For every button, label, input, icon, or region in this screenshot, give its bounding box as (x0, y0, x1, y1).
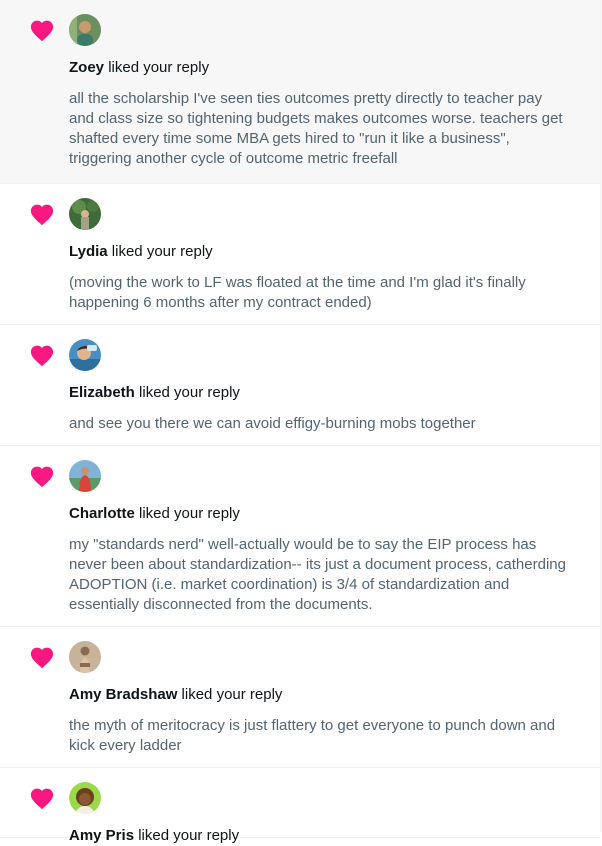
avatar[interactable] (69, 14, 101, 46)
notification-item[interactable]: Zoey liked your reply all the scholarshi… (0, 0, 600, 184)
user-name[interactable]: Charlotte (69, 505, 135, 522)
like-notice: Amy Bradshaw liked your reply (69, 685, 584, 705)
action-text: liked your reply (139, 505, 240, 522)
notification-item[interactable]: Charlotte liked your reply my "standards… (0, 446, 600, 627)
reply-text: all the scholarship I've seen ties outco… (69, 90, 563, 167)
like-notice: Amy Pris liked your reply (69, 826, 584, 846)
avatar[interactable] (69, 641, 101, 673)
heart-icon (28, 784, 56, 812)
heart-icon (28, 16, 56, 44)
user-name[interactable]: Zoey (69, 59, 104, 76)
action-text: liked your reply (108, 59, 210, 76)
avatar[interactable] (69, 460, 101, 492)
reply-text: and see you there we can avoid effigy-bu… (69, 415, 476, 432)
reply-text: the myth of meritocracy is just flattery… (69, 717, 556, 754)
avatar[interactable] (69, 782, 101, 814)
heart-icon (28, 200, 56, 228)
reply-text: (moving the work to LF was floated at th… (69, 274, 526, 311)
like-notice: Lydia liked your reply (69, 242, 584, 262)
action-text: liked your reply (139, 384, 240, 401)
action-text: liked your reply (181, 686, 283, 703)
avatar[interactable] (69, 339, 101, 371)
notification-item[interactable]: Amy Bradshaw liked your reply the myth o… (0, 627, 600, 768)
user-name[interactable]: Lydia (69, 243, 108, 260)
like-notice: Zoey liked your reply (69, 58, 584, 78)
avatar[interactable] (69, 198, 101, 230)
heart-icon (28, 341, 56, 369)
action-text: liked your reply (138, 827, 240, 844)
like-notice: Elizabeth liked your reply (69, 383, 584, 403)
notification-item[interactable]: Amy Pris liked your reply (0, 768, 600, 844)
reply-text: my "standards nerd" well-actually would … (69, 536, 566, 613)
like-notice: Charlotte liked your reply (69, 504, 584, 524)
notification-item[interactable]: Elizabeth liked your reply and see you t… (0, 325, 600, 446)
heart-icon (28, 462, 56, 490)
notification-item[interactable]: Lydia liked your reply (moving the work … (0, 184, 600, 325)
heart-icon (28, 643, 56, 671)
user-name[interactable]: Amy Bradshaw (69, 686, 177, 703)
notifications-feed: Zoey liked your reply all the scholarshi… (0, 0, 601, 844)
user-name[interactable]: Amy Pris (69, 827, 134, 844)
action-text: liked your reply (111, 243, 213, 260)
user-name[interactable]: Elizabeth (69, 384, 135, 401)
